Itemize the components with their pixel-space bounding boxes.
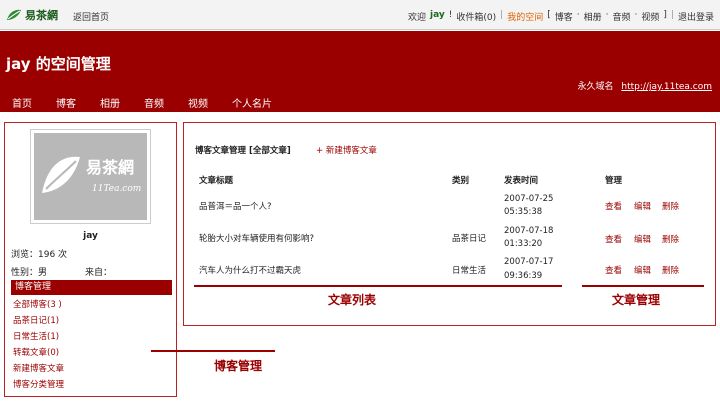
- column-header-category: 类别: [452, 176, 470, 186]
- view-button[interactable]: 查看: [605, 200, 622, 212]
- article-time-3: 09:36:39: [504, 271, 543, 281]
- annotation-article-management: 文章管理: [612, 293, 661, 307]
- avatar[interactable]: 易茶網 11Tea.com: [34, 133, 147, 220]
- annotation-pointer-line: [151, 350, 275, 352]
- article-time-2: 01:33:20: [504, 239, 543, 249]
- sidebar-item-reposts[interactable]: 转载文章(0): [13, 346, 59, 358]
- annotation-blog-management: 博客管理: [214, 359, 263, 373]
- space-header: jay 的空间管理 永久域名 http://jay.11tea.com 首页 博…: [0, 31, 720, 112]
- article-list-underline: [194, 285, 562, 287]
- column-header-manage: 管理: [605, 176, 623, 186]
- nav-item-video[interactable]: 视频: [188, 95, 208, 110]
- top-link-blog[interactable]: 博客: [555, 10, 573, 23]
- exclaim: !: [448, 10, 453, 20]
- avatar-logo-text: 易茶網: [86, 158, 134, 177]
- column-header-time: 发表时间: [504, 176, 539, 186]
- annotation-article-list: 文章列表: [328, 293, 377, 307]
- logout-link[interactable]: 退出登录: [678, 10, 714, 23]
- bracket-close: ]: [663, 10, 667, 20]
- username[interactable]: jay: [430, 10, 445, 23]
- dot-sep: ·: [634, 10, 638, 20]
- delete-button[interactable]: 删除: [662, 200, 679, 212]
- sidebar-item-new-post[interactable]: 新建博客文章: [13, 362, 64, 374]
- view-button[interactable]: 查看: [605, 264, 622, 276]
- avatar-logo-subtext: 11Tea.com: [92, 184, 141, 194]
- column-header-title: 文章标题: [199, 176, 234, 186]
- location: 来自：: [85, 268, 113, 278]
- nav-item-audio[interactable]: 音频: [144, 95, 164, 110]
- dot-sep: ·: [576, 10, 580, 20]
- delete-button[interactable]: 删除: [662, 264, 679, 276]
- welcome-text: 欢迎: [408, 13, 427, 23]
- nav-item-profile-card[interactable]: 个人名片: [232, 95, 272, 110]
- article-category-2: 品茶日记: [452, 234, 487, 244]
- inbox-link[interactable]: 收件箱(0): [456, 10, 496, 23]
- bracket-open: [: [547, 10, 551, 20]
- top-link-video[interactable]: 视频: [641, 10, 659, 23]
- new-post-link[interactable]: + 新建博客文章: [316, 144, 377, 156]
- page-title: jay 的空间管理: [6, 55, 111, 73]
- avatar-frame: 易茶網 11Tea.com: [30, 129, 151, 224]
- delete-button[interactable]: 删除: [662, 233, 679, 245]
- blog-management-header: 博客管理: [11, 280, 172, 295]
- article-time-1: 05:35:38: [504, 207, 543, 217]
- top-link-album[interactable]: 相册: [584, 10, 602, 23]
- tea-leaf-icon: [7, 9, 21, 20]
- main-nav: 首页 博客 相册 音频 视频 个人名片: [0, 95, 284, 110]
- top-bar: 易茶網 返回首页 欢迎 jay ! 收件箱(0) | 我的空间 [ 博客 · 相…: [0, 0, 720, 30]
- article-title-3[interactable]: 汽车人为什么打不过霸天虎: [199, 264, 301, 276]
- edit-button[interactable]: 编辑: [634, 264, 651, 276]
- dot-sep: ·: [605, 10, 609, 20]
- avatar-logo-icon: 易茶網 11Tea.com: [42, 156, 141, 194]
- article-date-3: 2007-07-17: [504, 257, 554, 267]
- profile-name: jay: [83, 231, 98, 241]
- sidebar-item-tea-diary[interactable]: 品茶日记(1): [13, 314, 59, 326]
- my-space-link[interactable]: 我的空间: [507, 10, 543, 23]
- logo-text: 易茶網: [25, 9, 58, 22]
- view-button[interactable]: 查看: [605, 233, 622, 245]
- top-right-links: 欢迎 jay ! 收件箱(0) | 我的空间 [ 博客 · 相册 · 音频 · …: [404, 10, 714, 23]
- article-date-2: 2007-07-18: [504, 226, 554, 236]
- back-home-link[interactable]: 返回首页: [73, 10, 109, 23]
- article-title-1[interactable]: 品普洱＝品一个人?: [199, 200, 272, 212]
- gender: 性别：男: [11, 268, 48, 278]
- edit-button[interactable]: 编辑: [634, 233, 651, 245]
- nav-item-album[interactable]: 相册: [100, 95, 120, 110]
- nav-item-blog[interactable]: 博客: [56, 95, 76, 110]
- site-logo[interactable]: 易茶網: [5, 6, 58, 24]
- separator: |: [500, 10, 504, 20]
- sidebar-item-all-blogs[interactable]: 全部博客(3 ): [13, 298, 62, 310]
- panel-title: 博客文章管理 [全部文章]: [195, 146, 291, 156]
- sidebar-item-category-mgmt[interactable]: 博客分类管理: [13, 378, 64, 390]
- sidebar-item-daily-life[interactable]: 日常生活(1): [13, 330, 59, 342]
- nav-item-home[interactable]: 首页: [12, 95, 32, 110]
- separator: |: [670, 10, 674, 20]
- view-count: 浏览：196 次: [11, 250, 68, 260]
- article-category-3: 日常生活: [452, 266, 487, 276]
- sidebar: 易茶網 11Tea.com jay 浏览：196 次 性别：男 来自： 博客管理…: [4, 122, 177, 397]
- edit-button[interactable]: 编辑: [634, 200, 651, 212]
- permalink-url[interactable]: http://jay.11tea.com: [621, 82, 712, 92]
- article-date-1: 2007-07-25: [504, 194, 554, 204]
- article-manage-underline: [582, 285, 704, 287]
- article-title-2[interactable]: 轮胎大小对车辆使用有何影响?: [199, 232, 314, 244]
- permalink: 永久域名 http://jay.11tea.com: [578, 79, 713, 92]
- permalink-label: 永久域名: [577, 82, 614, 92]
- top-link-audio[interactable]: 音频: [613, 10, 631, 23]
